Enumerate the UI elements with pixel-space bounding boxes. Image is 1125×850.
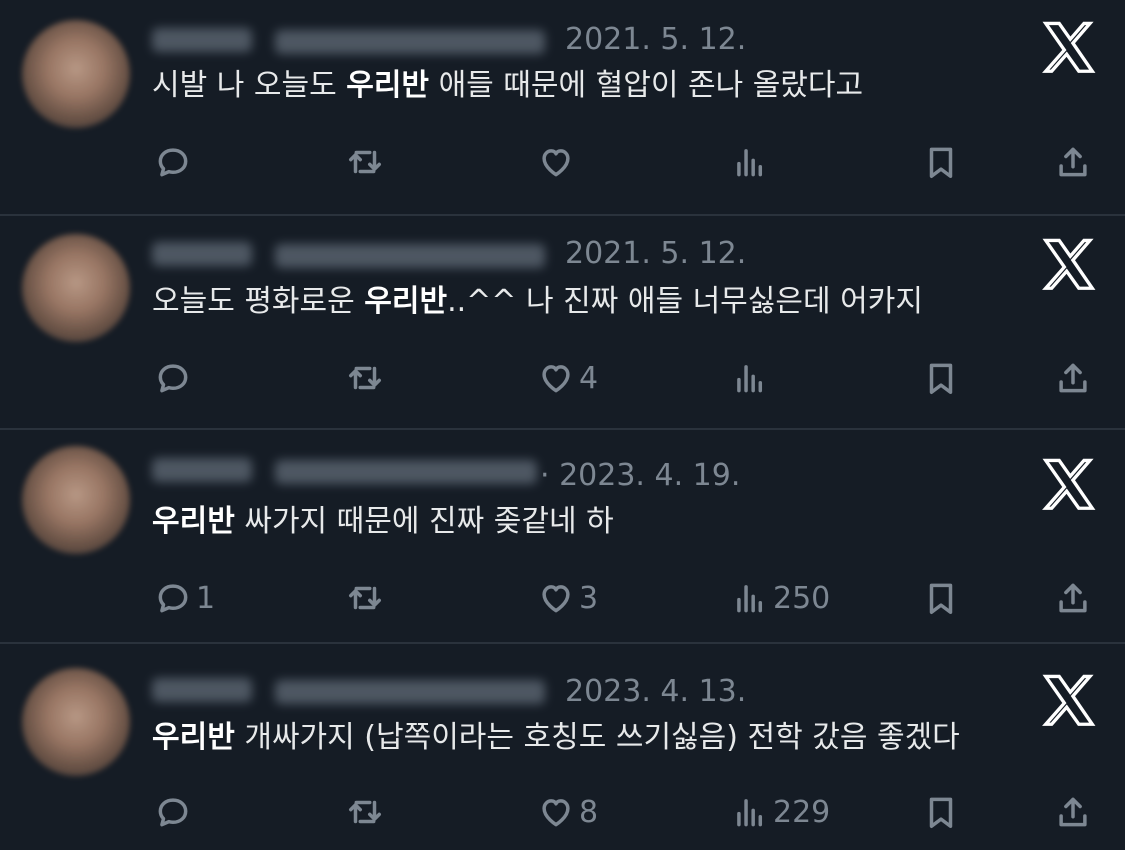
- text-highlight: 우리반: [364, 284, 448, 319]
- views-icon: [737, 365, 763, 393]
- retweet-button[interactable]: [346, 140, 384, 184]
- bookmark-button[interactable]: [922, 356, 960, 400]
- retweet-icon: [349, 586, 381, 610]
- reply-icon: [158, 148, 188, 177]
- views-icon: [737, 799, 763, 827]
- share-button[interactable]: [1054, 140, 1092, 184]
- bookmark-button[interactable]: [922, 140, 960, 184]
- text-part: 오늘도 평화로운: [152, 284, 365, 319]
- share-icon: [1059, 797, 1087, 827]
- reply-button[interactable]: [154, 356, 196, 400]
- tweet[interactable]: 2021. 5. 12. 오늘도 평화로운 우리반..^^ 나 진짜 애들 너무…: [0, 214, 1125, 430]
- share-icon: [1059, 147, 1087, 177]
- tweet-date[interactable]: 2021. 5. 12.: [565, 236, 746, 271]
- views-button[interactable]: 250: [731, 576, 830, 620]
- like-button[interactable]: [537, 140, 579, 184]
- bookmark-button[interactable]: [922, 576, 960, 620]
- share-button[interactable]: [1054, 356, 1092, 400]
- tweet[interactable]: 2023. 4. 13. 우리반 개싸가지 (납쪽이라는 호칭도 쓰기싫음) 전…: [0, 642, 1125, 850]
- tweet-date[interactable]: 2021. 5. 12.: [565, 22, 746, 57]
- username: [275, 244, 545, 268]
- tweet[interactable]: · 2023. 4. 19. 우리반 싸가지 때문에 진짜 좆같네 하 1 3 …: [0, 428, 1125, 644]
- reply-button[interactable]: [154, 140, 196, 184]
- like-icon: [542, 365, 570, 393]
- tweet-text: 시발 나 오늘도 우리반 애들 때문에 혈압이 존나 올랐다고: [152, 66, 863, 106]
- text-part: 시발 나 오늘도: [152, 68, 347, 103]
- tweet-date[interactable]: 2023. 4. 13.: [565, 674, 746, 709]
- display-name: [152, 242, 252, 266]
- reply-icon: [158, 798, 188, 827]
- x-logo-icon: [1042, 238, 1096, 290]
- retweet-icon: [349, 366, 381, 390]
- text-highlight: 우리반: [152, 504, 235, 539]
- avatar[interactable]: [22, 668, 130, 776]
- avatar[interactable]: [22, 20, 130, 128]
- bookmark-button[interactable]: [922, 790, 960, 834]
- reply-button[interactable]: 1: [154, 576, 215, 620]
- like-button[interactable]: 3: [537, 576, 598, 620]
- avatar[interactable]: [22, 446, 130, 554]
- retweet-button[interactable]: [346, 790, 384, 834]
- like-count: 3: [579, 580, 599, 616]
- display-name: [152, 458, 252, 482]
- retweet-icon: [349, 800, 381, 824]
- tweet-text: 우리반 싸가지 때문에 진짜 좆같네 하: [152, 502, 614, 542]
- tweet[interactable]: 2021. 5. 12. 시발 나 오늘도 우리반 애들 때문에 혈압이 존나 …: [0, 0, 1125, 216]
- tweet-text: 우리반 개싸가지 (납쪽이라는 호칭도 쓰기싫음) 전학 갔음 좋겠다: [152, 718, 960, 758]
- bookmark-icon: [929, 147, 953, 178]
- reply-icon: [158, 364, 188, 393]
- share-button[interactable]: [1054, 576, 1092, 620]
- views-button[interactable]: [731, 140, 773, 184]
- like-count: 8: [579, 794, 599, 830]
- like-count: 4: [579, 360, 599, 396]
- views-icon: [737, 149, 763, 177]
- x-logo-icon: [1042, 458, 1096, 510]
- views-icon: [737, 585, 763, 613]
- text-part: 애들 때문에 혈압이 존나 올랐다고: [429, 68, 864, 103]
- views-button[interactable]: 229: [731, 790, 830, 834]
- reply-icon: [158, 584, 188, 613]
- like-button[interactable]: 8: [537, 790, 598, 834]
- views-count: 250: [773, 580, 831, 616]
- reply-count: 1: [196, 580, 216, 616]
- text-highlight: 우리반: [152, 720, 235, 755]
- like-icon: [542, 149, 570, 177]
- display-name: [152, 28, 252, 52]
- views-button[interactable]: [731, 356, 773, 400]
- like-icon: [542, 585, 570, 613]
- text-part: 개싸가지 (납쪽이라는 호칭도 쓰기싫음) 전학 갔음 좋겠다: [234, 720, 960, 755]
- avatar[interactable]: [22, 234, 130, 342]
- share-icon: [1059, 583, 1087, 613]
- username: [275, 30, 545, 54]
- reply-button[interactable]: [154, 790, 196, 834]
- bookmark-icon: [929, 363, 953, 394]
- tweet-date[interactable]: · 2023. 4. 19.: [540, 458, 740, 493]
- username: [275, 460, 537, 484]
- username: [275, 680, 545, 704]
- x-logo-icon: [1042, 21, 1096, 73]
- retweet-button[interactable]: [346, 356, 384, 400]
- text-part: 싸가지 때문에 진짜 좆같네 하: [234, 504, 614, 539]
- retweet-icon: [349, 150, 381, 174]
- retweet-button[interactable]: [346, 576, 384, 620]
- text-part: ..^^ 나 진짜 애들 너무싫은데 어카지: [447, 284, 923, 319]
- share-icon: [1059, 363, 1087, 393]
- tweet-text: 오늘도 평화로운 우리반..^^ 나 진짜 애들 너무싫은데 어카지: [152, 282, 923, 322]
- x-logo-icon: [1042, 674, 1096, 726]
- text-highlight: 우리반: [346, 68, 430, 103]
- display-name: [152, 678, 252, 702]
- bookmark-icon: [929, 583, 953, 614]
- like-button[interactable]: 4: [537, 356, 598, 400]
- like-icon: [542, 799, 570, 827]
- share-button[interactable]: [1054, 790, 1092, 834]
- bookmark-icon: [929, 797, 953, 828]
- views-count: 229: [773, 794, 831, 830]
